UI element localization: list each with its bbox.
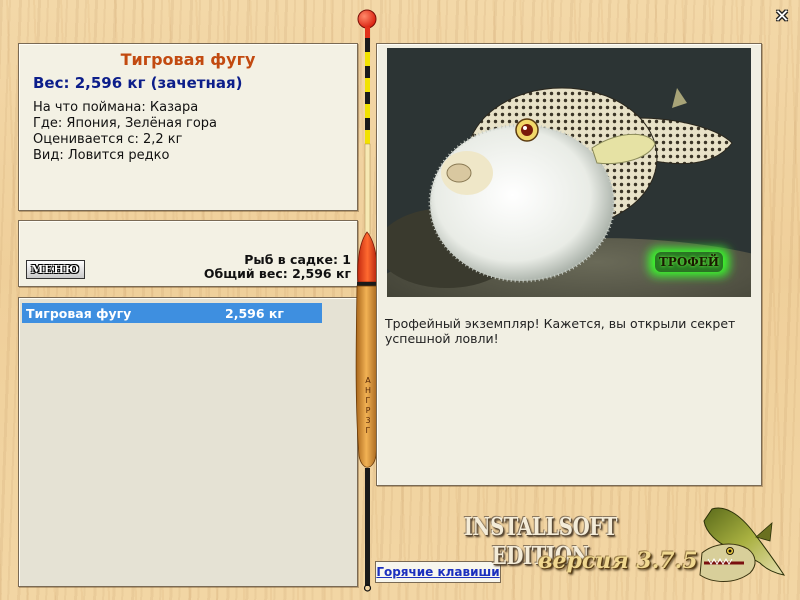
pike-fish-icon — [699, 507, 786, 582]
fish-name-title: Тигровая фугу — [120, 50, 256, 69]
fish-photo: ТРОФЕЙ — [387, 48, 751, 297]
fish-weight: Вес: 2,596 кг (зачетная) — [33, 74, 243, 92]
float-mark: Г — [366, 426, 371, 435]
keepnet-stats-panel: МЕНЮ Рыб в садке: 1 Общий вес: 2,596 кг — [18, 220, 358, 287]
trophy-description: Трофейный экземпляр! Кажется, вы открыли… — [385, 316, 736, 346]
fish-valued-from: Оценивается с: 2,2 кг — [33, 132, 183, 147]
list-item[interactable]: Тигровая фугу 2,596 кг — [22, 303, 322, 323]
version-label: версия 3.7.5 — [538, 548, 698, 574]
float-mark: А — [365, 376, 371, 385]
fish-count: Рыб в садке: 1 — [244, 252, 351, 267]
close-icon[interactable]: ✕ — [773, 8, 791, 26]
fish-photo-panel: ТРОФЕЙ Трофейный экземпляр! Кажется, вы … — [376, 43, 762, 486]
list-item-name: Тигровая фугу — [26, 305, 132, 321]
float-mark: Н — [365, 386, 371, 395]
menu-button[interactable]: МЕНЮ — [26, 260, 85, 279]
float-mark: Р — [366, 406, 371, 415]
catch-list[interactable]: Тигровая фугу 2,596 кг — [18, 297, 358, 587]
fish-info-panel: Тигровая фугу Вес: 2,596 кг (зачетная) Н… — [18, 43, 358, 211]
trophy-badge: ТРОФЕЙ — [658, 255, 720, 269]
fish-location: Где: Япония, Зелёная гора — [33, 116, 218, 131]
list-item-weight: 2,596 кг — [225, 305, 284, 321]
fish-kind: Вид: Ловится редко — [33, 148, 170, 163]
float-mark: 3 — [365, 416, 370, 425]
float-mark: Г — [366, 396, 371, 405]
fish-bait: На что поймана: Казара — [33, 100, 199, 115]
total-weight: Общий вес: 2,596 кг — [203, 266, 351, 281]
